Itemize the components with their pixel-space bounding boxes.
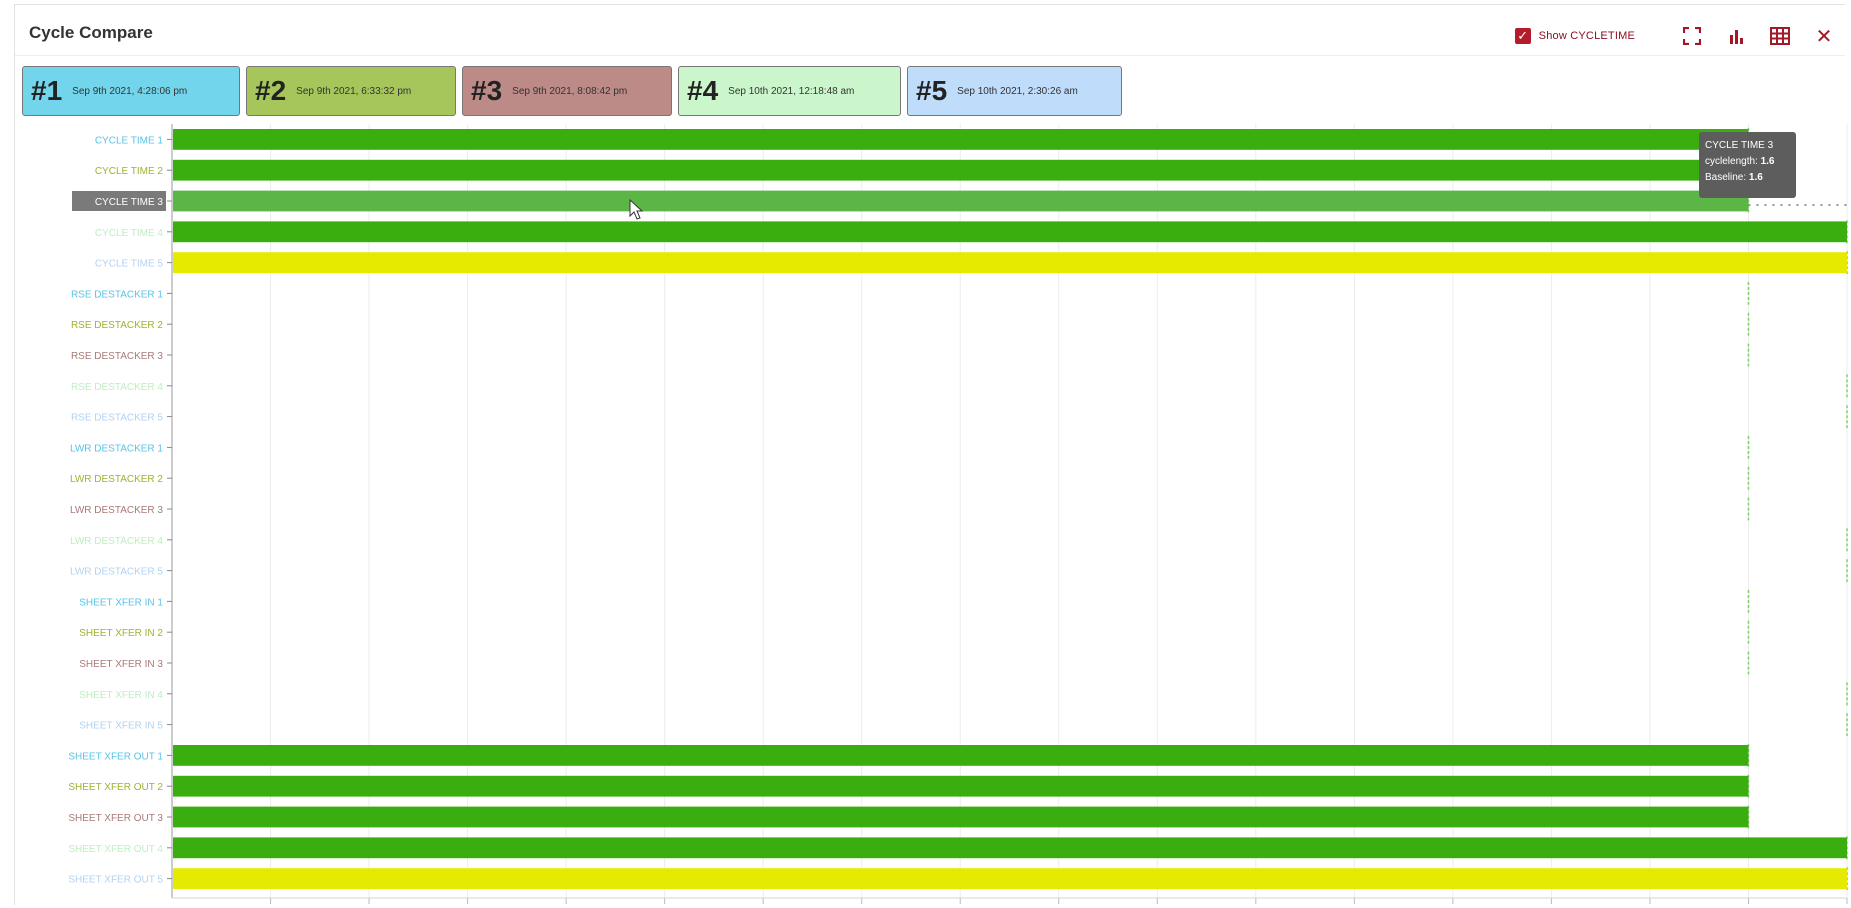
bar [173,745,1749,766]
tooltip-baseline: Baseline: 1.6 [1705,172,1763,183]
bar [173,837,1847,859]
bar [173,775,1749,797]
y-tick-label: LWR DESTACKER 4 [70,536,163,547]
y-tick-label: SHEET XFER IN 1 [79,597,163,608]
bar [173,159,1749,181]
y-tick-label: LWR DESTACKER 3 [70,505,163,516]
y-tick-label: SHEET XFER OUT 2 [68,782,163,793]
y-tick-label: CYCLE TIME 4 [95,228,164,239]
y-tick-label: LWR DESTACKER 1 [70,443,163,454]
bar [173,190,1749,212]
y-tick-label: RSE DESTACKER 2 [71,320,163,331]
tooltip-cyclelength: cyclelength: 1.6 [1705,156,1775,167]
y-tick-label: SHEET XFER IN 5 [79,721,163,732]
bar [173,806,1749,828]
y-tick-label: SHEET XFER OUT 1 [68,751,163,762]
bar [173,129,1749,150]
y-tick-label: SHEET XFER IN 3 [79,659,163,670]
y-tick-label: CYCLE TIME 5 [95,259,164,270]
y-tick-label: CYCLE TIME 3 [95,197,164,208]
y-tick-label: LWR DESTACKER 2 [70,474,163,485]
cycle-compare-chart: CYCLE TIME 1CYCLE TIME 2CYCLE TIME 3CYCL… [68,124,1848,904]
y-tick-label: SHEET XFER IN 2 [79,628,163,639]
y-tick-label: RSE DESTACKER 5 [71,413,163,424]
y-tick-label: SHEET XFER OUT 4 [68,844,163,855]
y-tick-label: RSE DESTACKER 3 [71,351,163,362]
y-tick-label: RSE DESTACKER 1 [71,289,163,300]
y-tick-label: CYCLE TIME 2 [95,166,164,177]
tooltip-title: CYCLE TIME 3 [1705,140,1774,151]
y-tick-label: CYCLE TIME 1 [95,135,164,146]
bar [173,252,1847,273]
y-tick-label: SHEET XFER OUT 3 [68,813,163,824]
bar [173,868,1847,889]
y-tick-label: SHEET XFER IN 4 [79,690,163,701]
y-tick-label: RSE DESTACKER 4 [71,382,163,393]
bar [173,221,1847,243]
y-tick-label: SHEET XFER OUT 5 [68,875,163,886]
bar-tooltip: CYCLE TIME 3 cyclelength: 1.6 Baseline: … [1699,132,1796,198]
y-tick-label: LWR DESTACKER 5 [70,567,163,578]
